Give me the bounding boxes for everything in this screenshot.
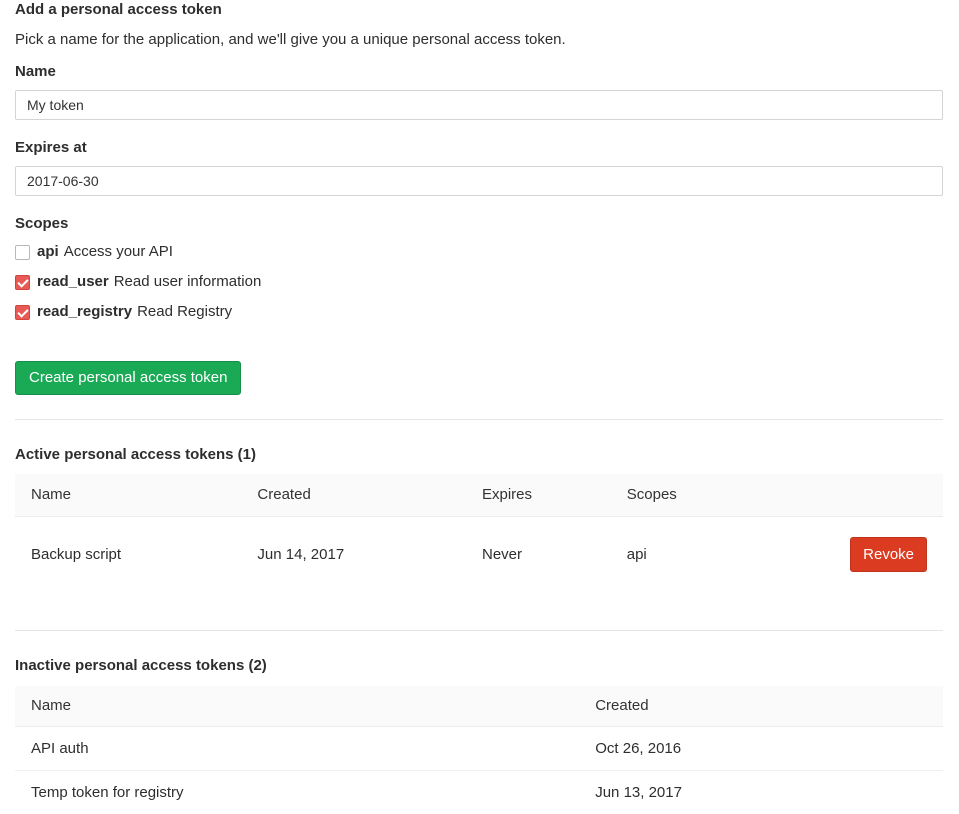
active-tokens-heading: Active personal access tokens (1) [15,447,943,463]
scope-row-api: api Access your API [15,244,943,260]
token-created-cell: Jun 13, 2017 [579,771,943,814]
column-header-scopes: Scopes [611,474,769,517]
table-row: API auth Oct 26, 2016 [15,727,943,771]
token-name-cell: Backup script [15,517,241,593]
token-name-cell: Temp token for registry [15,771,579,814]
scope-name: read_user [37,274,109,290]
scope-description: Read Registry [137,304,232,320]
api-checkbox[interactable] [15,245,30,260]
column-header-name: Name [15,686,579,727]
table-header-row: Name Created Expires Scopes [15,474,943,517]
create-token-button[interactable]: Create personal access token [15,361,241,395]
expires-at-label: Expires at [15,140,943,156]
scope-description: Access your API [64,244,173,260]
section-divider [15,419,943,420]
table-row: Temp token for registry Jun 13, 2017 [15,771,943,814]
column-header-expires: Expires [466,474,611,517]
scopes-list: api Access your API read_user Read user … [15,244,943,320]
section-divider [15,630,943,631]
scope-name: read_registry [37,304,132,320]
page-title: Add a personal access token [15,2,943,18]
active-tokens-table: Name Created Expires Scopes Backup scrip… [15,474,943,592]
token-created-cell: Jun 14, 2017 [241,517,466,593]
read-registry-checkbox[interactable] [15,305,30,320]
name-label: Name [15,64,943,80]
table-header-row: Name Created [15,686,943,727]
scope-name: api [37,244,59,260]
expires-at-input[interactable] [15,166,943,196]
token-name-input[interactable] [15,90,943,120]
revoke-button[interactable]: Revoke [850,537,927,572]
read-user-checkbox[interactable] [15,275,30,290]
token-name-cell: API auth [15,727,579,771]
column-header-name: Name [15,474,241,517]
token-scopes-cell: api [611,517,769,593]
column-header-action [769,474,944,517]
column-header-created: Created [241,474,466,517]
page-description: Pick a name for the application, and we'… [15,31,943,48]
token-expires-cell: Never [466,517,611,593]
inactive-tokens-table: Name Created API auth Oct 26, 2016 Temp … [15,686,943,814]
scope-description: Read user information [114,274,262,290]
token-created-cell: Oct 26, 2016 [579,727,943,771]
personal-access-tokens-page: Add a personal access token Pick a name … [0,2,959,814]
inactive-tokens-heading: Inactive personal access tokens (2) [15,658,943,674]
scope-row-read-registry: read_registry Read Registry [15,304,943,320]
scopes-label: Scopes [15,216,943,232]
column-header-created: Created [579,686,943,727]
new-token-form: Name Expires at Scopes api Access your A… [15,64,943,395]
table-row: Backup script Jun 14, 2017 Never api Rev… [15,517,943,593]
scope-row-read-user: read_user Read user information [15,274,943,290]
